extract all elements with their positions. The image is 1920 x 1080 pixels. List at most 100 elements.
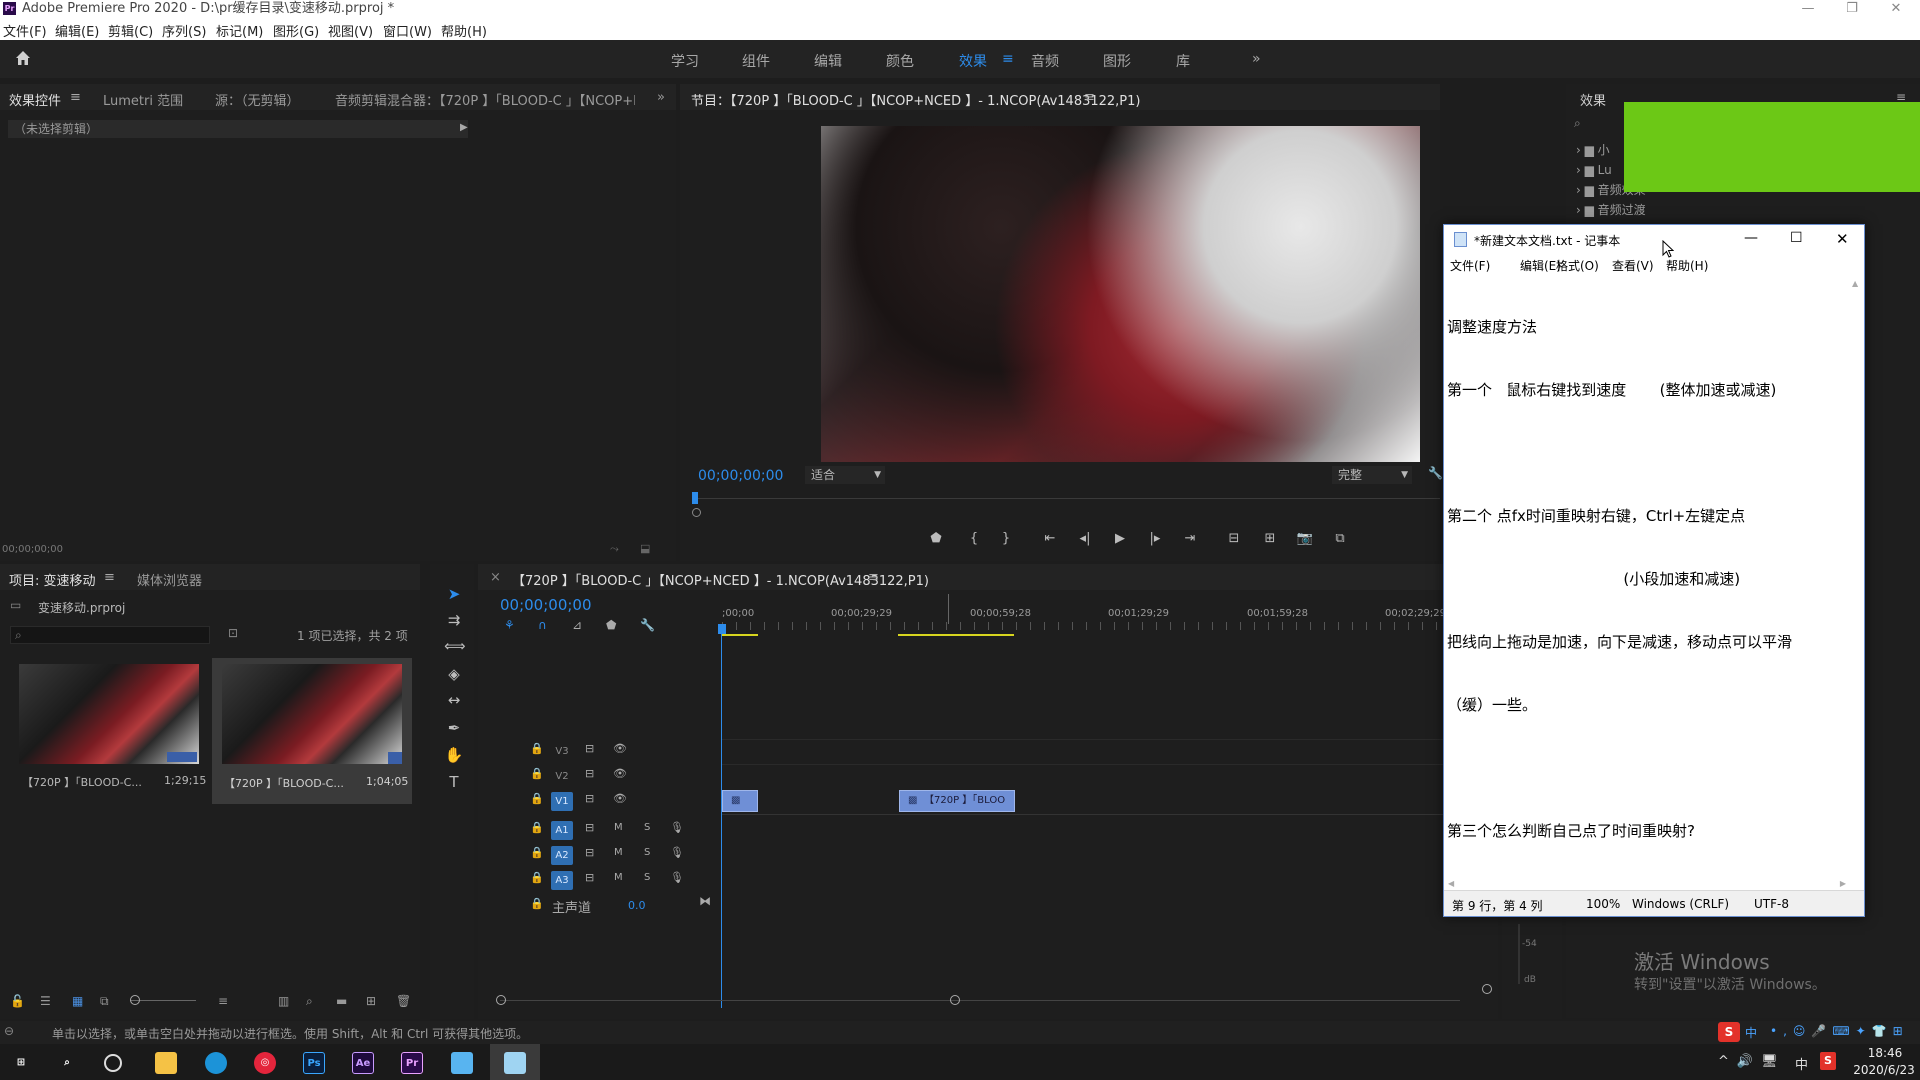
lock-icon[interactable]: 🔓 bbox=[10, 994, 25, 1008]
minimize-button[interactable]: — bbox=[1786, 0, 1830, 18]
workspace-tab-audio[interactable]: 音频 bbox=[1031, 51, 1059, 71]
panel-overflow-icon[interactable]: » bbox=[657, 90, 665, 105]
linked-selection-icon[interactable]: ⊿ bbox=[572, 618, 582, 632]
workspace-menu-icon[interactable]: ≡ bbox=[1002, 51, 1014, 67]
effects-folder-audio-transitions[interactable]: › ▆ 音频过渡 bbox=[1576, 200, 1646, 220]
menu-edit[interactable]: 编辑(E) bbox=[55, 21, 99, 40]
premiere-pro-icon[interactable]: Pr bbox=[401, 1052, 423, 1074]
fit-dropdown[interactable]: 适合 ▼ bbox=[805, 466, 885, 484]
find-icon[interactable]: ⌕ bbox=[306, 994, 313, 1009]
scroll-handle-right[interactable] bbox=[950, 995, 960, 1005]
tab-lumetri-scopes[interactable]: Lumetri 范围 bbox=[103, 90, 183, 109]
menu-sequence[interactable]: 序列(S) bbox=[162, 21, 206, 40]
notepad-taskbar-button[interactable] bbox=[490, 1044, 540, 1080]
tab-audio-clip-mixer[interactable]: 音频剪辑混合器：【720P 】「BLOOD-C 」【NCOP+NCE bbox=[335, 90, 635, 109]
timeline-menu-icon[interactable]: ≡ bbox=[868, 570, 879, 585]
type-tool-icon[interactable]: T bbox=[444, 772, 464, 792]
maximize-button[interactable]: ❐ bbox=[1830, 0, 1874, 18]
snap-icon[interactable]: ∩ bbox=[538, 618, 547, 632]
sogou-ime-icon[interactable]: S bbox=[1718, 1022, 1740, 1042]
mute-button[interactable]: M bbox=[614, 872, 623, 883]
ime-mode-indicator[interactable]: 中 bbox=[1745, 1024, 1757, 1041]
notepad-vertical-scrollbar[interactable]: ▲ bbox=[1852, 279, 1862, 879]
slip-tool-icon[interactable]: ↔ bbox=[444, 690, 464, 710]
eye-icon[interactable]: 👁 bbox=[613, 767, 627, 780]
notepad-menu-view[interactable]: 查看(V) bbox=[1612, 257, 1654, 274]
program-monitor-title[interactable]: 节目：【720P 】「BLOOD-C 」【NCOP+NCED 】- 1.NCOP… bbox=[691, 90, 1141, 109]
netease-music-icon[interactable]: ◎ bbox=[254, 1052, 276, 1074]
microphone-icon[interactable]: 🎙 bbox=[670, 821, 684, 834]
workspace-tab-editing[interactable]: 编辑 bbox=[814, 51, 842, 71]
notepad-close-button[interactable]: ✕ bbox=[1836, 230, 1849, 248]
export-frame-icon[interactable]: 📷 bbox=[1295, 529, 1315, 549]
eye-icon[interactable]: 👁 bbox=[613, 792, 627, 805]
program-scrub-bar[interactable] bbox=[692, 498, 1440, 499]
file-explorer-icon[interactable] bbox=[155, 1052, 177, 1074]
quality-dropdown[interactable]: 完整 ▼ bbox=[1332, 466, 1412, 484]
sync-lock-icon[interactable]: ⊟ bbox=[585, 821, 594, 834]
workspace-tab-learn[interactable]: 学习 bbox=[671, 51, 699, 71]
eye-icon[interactable]: 👁 bbox=[613, 742, 627, 755]
lock-track-icon[interactable]: 🔒 bbox=[530, 742, 544, 755]
timeline-clip[interactable]: ▩ 【720P 】「BLOO bbox=[899, 790, 1015, 812]
notepad-minimize-button[interactable]: — bbox=[1744, 230, 1758, 246]
pen-tool-icon[interactable]: ✒ bbox=[444, 718, 464, 738]
menu-file[interactable]: 文件(F) bbox=[3, 21, 47, 40]
workspace-more-button[interactable]: » bbox=[1252, 51, 1261, 67]
go-to-out-icon[interactable]: ⇥ bbox=[1180, 529, 1200, 549]
search-icon[interactable]: ⌕ bbox=[56, 1052, 78, 1074]
windows-start-icon[interactable]: ⊞ bbox=[10, 1052, 32, 1074]
sync-lock-icon[interactable]: ⊟ bbox=[585, 871, 594, 884]
lock-track-icon[interactable]: 🔒 bbox=[530, 767, 544, 780]
extract-icon[interactable]: ⊞ bbox=[1260, 529, 1280, 549]
freeform-view-icon[interactable]: ⧉ bbox=[100, 994, 109, 1009]
go-to-in-icon[interactable]: ⇤ bbox=[1040, 529, 1060, 549]
program-menu-icon[interactable]: ≡ bbox=[1084, 90, 1095, 105]
new-item-icon[interactable]: ⊞ bbox=[366, 994, 376, 1008]
app-icon[interactable] bbox=[451, 1052, 473, 1074]
menu-marker[interactable]: 标记(M) bbox=[216, 21, 263, 40]
menu-view[interactable]: 视图(V) bbox=[328, 21, 373, 40]
wrench-icon[interactable]: 🔧 bbox=[1428, 466, 1443, 480]
filter-icon[interactable]: ⤳ bbox=[610, 542, 619, 556]
lock-track-icon[interactable]: 🔒 bbox=[530, 821, 544, 834]
tab-menu-icon[interactable]: ≡ bbox=[70, 90, 81, 105]
timeline-clip[interactable]: ▩ bbox=[722, 790, 758, 812]
workspace-tab-color[interactable]: 颜色 bbox=[886, 51, 914, 71]
solo-button[interactable]: S bbox=[644, 872, 650, 883]
trash-icon[interactable]: 🗑 bbox=[396, 994, 411, 1008]
timeline-timecode[interactable]: 00;00;00;00 bbox=[500, 596, 592, 614]
project-menu-icon[interactable]: ≡ bbox=[104, 570, 115, 585]
step-forward-icon[interactable]: |▸ bbox=[1145, 529, 1165, 549]
menu-graphics[interactable]: 图形(G) bbox=[273, 21, 319, 40]
sort-icon[interactable]: ≡ bbox=[218, 994, 228, 1008]
close-button[interactable]: ✕ bbox=[1874, 0, 1918, 18]
track-label-v2[interactable]: V2 bbox=[551, 767, 573, 786]
vertical-scroll-handle[interactable] bbox=[1482, 984, 1492, 994]
microphone-icon[interactable]: 🎙 bbox=[670, 846, 684, 859]
microphone-icon[interactable]: 🎙 bbox=[670, 871, 684, 884]
expand-arrow-icon[interactable]: ▶ bbox=[460, 122, 468, 133]
project-item[interactable]: 【720P 】「BLOOD-C... 1;29;15 bbox=[12, 660, 208, 802]
track-label-a1[interactable]: A1 bbox=[551, 821, 573, 840]
go-to-end-icon[interactable]: ⧓ bbox=[699, 894, 711, 908]
tab-effect-controls[interactable]: 效果控件 bbox=[9, 90, 61, 109]
sync-lock-icon[interactable]: ⊟ bbox=[585, 767, 594, 780]
tray-icons[interactable]: ^🔊🖥 bbox=[1718, 1054, 1786, 1069]
notepad-menu-edit[interactable]: 编辑(E) bbox=[1520, 257, 1561, 274]
mute-button[interactable]: M bbox=[614, 822, 623, 833]
track-label-v3[interactable]: V3 bbox=[551, 742, 573, 761]
mark-out-icon[interactable]: } bbox=[996, 529, 1016, 549]
selection-tool-icon[interactable]: ➤ bbox=[444, 584, 464, 604]
project-item-selected[interactable]: 【720P 】「BLOOD-C... 1;04;05 bbox=[212, 658, 412, 804]
notepad-scroll-left-icon[interactable]: ◀ bbox=[1448, 879, 1454, 888]
tray-time[interactable]: 18:46 bbox=[1858, 1046, 1912, 1060]
workspace-tab-assembly[interactable]: 组件 bbox=[742, 51, 770, 71]
lock-track-icon[interactable]: 🔒 bbox=[530, 871, 544, 884]
timeline-ruler[interactable] bbox=[722, 622, 1496, 630]
tray-language[interactable]: 中 bbox=[1795, 1054, 1808, 1073]
sync-lock-icon[interactable]: ⊟ bbox=[585, 792, 594, 805]
menu-help[interactable]: 帮助(H) bbox=[441, 21, 487, 40]
lock-track-icon[interactable]: 🔒 bbox=[530, 792, 544, 805]
export-icon[interactable]: ⬓ bbox=[640, 542, 650, 555]
